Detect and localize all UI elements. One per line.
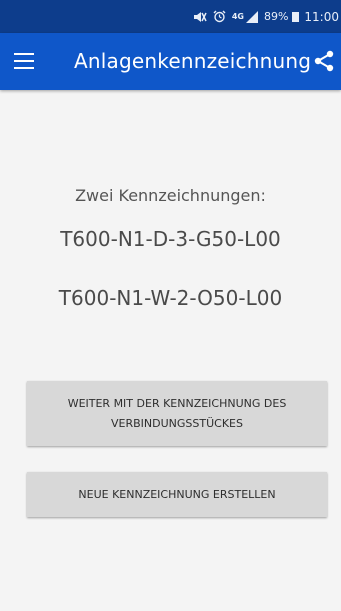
plant-code-1: T600-N1-D-3-G50-L00 (60, 227, 281, 251)
plant-code-2: T600-N1-W-2-O50-L00 (58, 286, 283, 310)
continue-connector-button[interactable]: WEITER MIT DER KENNZEICHNUNG DES VERBIND… (27, 381, 327, 446)
network-type: 4G (231, 11, 244, 21)
status-bar: 4G 89% 11:00 (0, 0, 341, 33)
alarm-icon (213, 10, 226, 23)
app-bar: Anlagenkennzeichnung (0, 33, 341, 90)
main-content: Zwei Kennzeichnungen: T600-N1-D-3-G50-L0… (0, 90, 341, 611)
page-title: Anlagenkennzeichnung (74, 49, 312, 73)
battery-icon (292, 11, 302, 22)
mute-icon (193, 11, 207, 23)
share-icon[interactable] (313, 49, 335, 73)
battery-percent: 89% (263, 10, 289, 23)
signal-icon (245, 10, 258, 23)
hamburger-menu-icon[interactable] (14, 53, 34, 69)
clock: 11:00 (304, 9, 339, 24)
new-code-button[interactable]: NEUE KENNZEICHNUNG ERSTELLEN (27, 472, 327, 517)
codes-heading: Zwei Kennzeichnungen: (75, 186, 266, 205)
